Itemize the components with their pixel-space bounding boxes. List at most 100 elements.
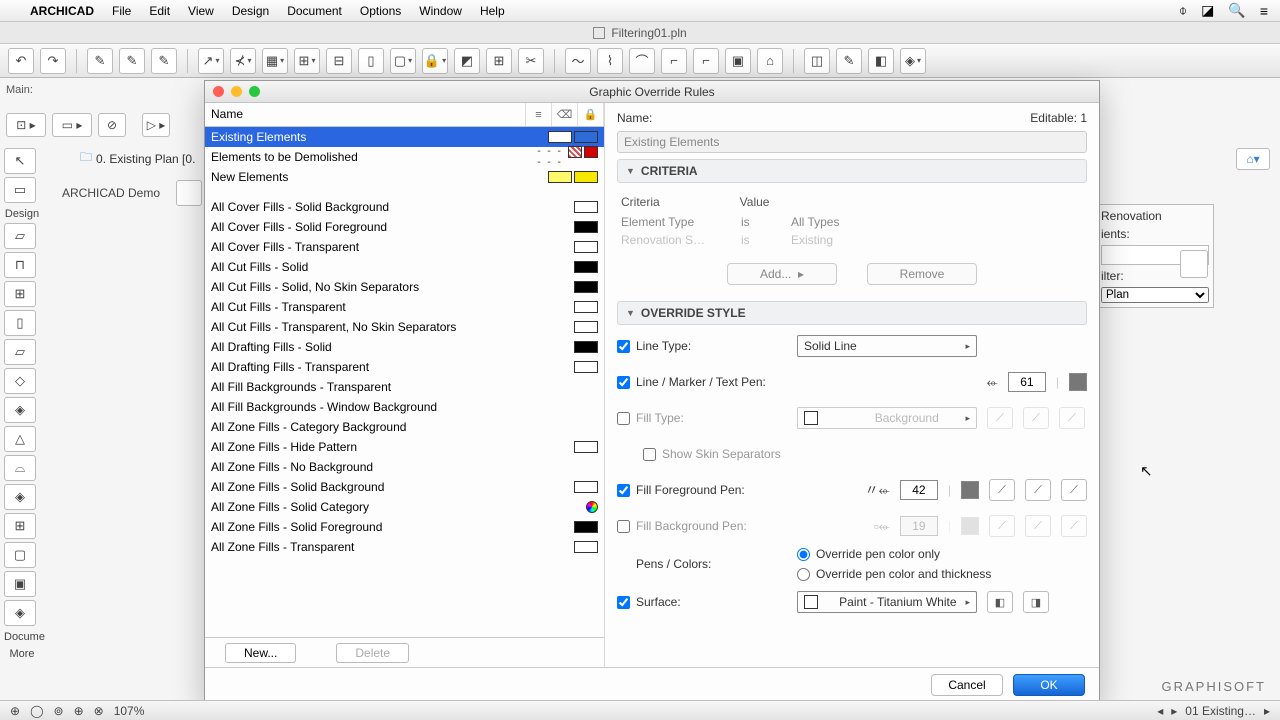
rule-name-input[interactable] [617,131,1087,153]
column-tool-icon[interactable]: ▯ [4,310,36,336]
menu-icon[interactable]: ≡ [1260,3,1268,19]
layer2-tool[interactable]: ◧ [868,48,894,74]
document-title[interactable]: Filtering01.pln [611,26,686,40]
fill-type-check[interactable] [617,412,630,425]
home-tool[interactable]: ⌂ [757,48,783,74]
rule-row[interactable]: New Elements [205,167,604,187]
rule-row[interactable]: All Cover Fills - Transparent [205,237,604,257]
rule-row[interactable]: All Cover Fills - Solid Background [205,197,604,217]
stair-tool-icon[interactable]: ◈ [4,397,36,423]
renovation-status-icon[interactable] [1180,250,1208,278]
fill-opt3[interactable]: ⟋ [1059,407,1085,429]
arrow-button[interactable]: ▷ ▸ [142,113,170,137]
line-pen-check[interactable] [617,376,630,389]
menu-view[interactable]: View [188,4,214,18]
door-tool-icon[interactable]: ⊓ [4,252,36,278]
layer-tool[interactable]: ▯ [358,48,384,74]
navigator-tree[interactable]: 🗀 0. Existing Plan [0. [80,148,195,169]
shell-tool-icon[interactable]: ⌓ [4,455,36,481]
angle-tool[interactable]: ⌐ [661,48,687,74]
header-col-2[interactable]: ⌫ [552,103,578,126]
tool-2[interactable]: ✎ [119,48,145,74]
menu-help[interactable]: Help [480,4,505,18]
menu-window[interactable]: Window [419,4,462,18]
rule-row[interactable]: All Drafting Fills - Solid [205,337,604,357]
ok-button[interactable]: OK [1013,674,1085,696]
surface-opt1[interactable]: ◧ [987,591,1013,613]
dim-tool[interactable]: ⊞ [486,48,512,74]
header-col-1[interactable]: ≡ [526,103,552,126]
lock-tool[interactable]: 🔒 [422,48,448,74]
link-button[interactable]: ⊘ [98,113,126,137]
slab-tool-icon[interactable]: ◇ [4,368,36,394]
snap-tool[interactable]: ⊀ [230,48,256,74]
fg-opt3[interactable]: ⟋ [1061,479,1087,501]
rule-row[interactable]: All Cut Fills - Solid, No Skin Separator… [205,277,604,297]
rule-row[interactable]: All Fill Backgrounds - Transparent [205,377,604,397]
wall-tool-icon[interactable]: ▱ [4,223,36,249]
criteria-section-header[interactable]: ▼CRITERIA [617,159,1087,183]
grid-tool[interactable]: ▦ [262,48,288,74]
curve3-tool[interactable]: ⌒ [629,48,655,74]
redo-button[interactable]: ↷ [40,48,66,74]
fg-opt2[interactable]: ⟋ [1025,479,1051,501]
fill-opt2[interactable]: ⟋ [1023,407,1049,429]
curve2-tool[interactable]: ⌇ [597,48,623,74]
arrow-tool-icon[interactable]: ↖ [4,148,36,174]
cancel-button[interactable]: Cancel [931,674,1003,696]
place-tool[interactable]: ▣ [725,48,751,74]
bg-pen-check[interactable] [617,520,630,533]
rule-row[interactable]: Existing Elements [205,127,604,147]
arrow-tool[interactable]: ↗ [198,48,224,74]
criteria-add-button[interactable]: Add... ▸ [727,263,837,285]
line-type-check[interactable] [617,340,630,353]
override-section-header[interactable]: ▼OVERRIDE STYLE [617,301,1087,325]
rule-row[interactable]: All Zone Fills - Solid Background [205,477,604,497]
rule-row[interactable]: All Cover Fills - Solid Foreground [205,217,604,237]
fg-pen-input[interactable] [900,480,938,500]
line-pen-input[interactable] [1008,372,1046,392]
plan-dropdown[interactable]: ⊡ ▸ [6,113,46,137]
nav-prev-icon[interactable]: ◂ [1157,704,1163,718]
rule-row[interactable]: All Zone Fills - Category Background [205,417,604,437]
fill-opt1[interactable]: ⟋ [987,407,1013,429]
box-tool[interactable]: ▢ [390,48,416,74]
new-rule-button[interactable]: New... [225,643,296,663]
zoom-icon[interactable] [249,86,260,97]
ruler-tool[interactable]: ⊟ [326,48,352,74]
radio-color-thickness[interactable]: Override pen color and thickness [797,567,991,581]
rule-row[interactable]: All Zone Fills - Transparent [205,537,604,557]
header-col-3[interactable]: 🔒 [578,103,604,126]
dialog-title-bar[interactable]: Graphic Override Rules [205,81,1099,103]
menu-design[interactable]: Design [232,4,269,18]
fill-type-combo[interactable]: Background▸ [797,407,977,429]
menu-edit[interactable]: Edit [149,4,170,18]
grid2-tool[interactable]: ⊞ [294,48,320,74]
rule-row[interactable]: All Zone Fills - Solid Category [205,497,604,517]
rule-row[interactable]: Elements to be Demolished - - - - - - [205,147,604,167]
angle2-tool[interactable]: ⌐ [693,48,719,74]
fg-pen-color[interactable] [961,481,979,499]
tool-3[interactable]: ✎ [151,48,177,74]
rule-row[interactable]: All Drafting Fills - Transparent [205,357,604,377]
delete-rule-button[interactable]: Delete [336,643,409,663]
zoom-target-icon[interactable]: ⊗ [94,704,104,718]
settings-gear-icon[interactable] [176,180,202,206]
surface-check[interactable] [617,596,630,609]
zoom-out-icon[interactable]: ◯ [30,704,43,718]
spotlight-icon[interactable]: 🔍 [1228,2,1245,19]
obj-tool-icon[interactable]: ▣ [4,571,36,597]
close-icon[interactable] [213,86,224,97]
rule-row[interactable]: All Cut Fills - Transparent, No Skin Sep… [205,317,604,337]
zoom-fit-icon[interactable]: ⊚ [54,704,64,718]
header-name[interactable]: Name [205,103,526,126]
zoom-value[interactable]: 107% [114,704,145,718]
nav-more-icon[interactable]: ▸ [1264,704,1270,718]
zoom-in-icon[interactable]: ⊕ [74,704,84,718]
roof-tool-icon[interactable]: △ [4,426,36,452]
morph-tool-icon[interactable]: ◈ [4,600,36,626]
menu-document[interactable]: Document [287,4,342,18]
app-name[interactable]: ARCHICAD [30,4,94,18]
line-type-combo[interactable]: Solid Line▸ [797,335,977,357]
surface-opt2[interactable]: ◨ [1023,591,1049,613]
